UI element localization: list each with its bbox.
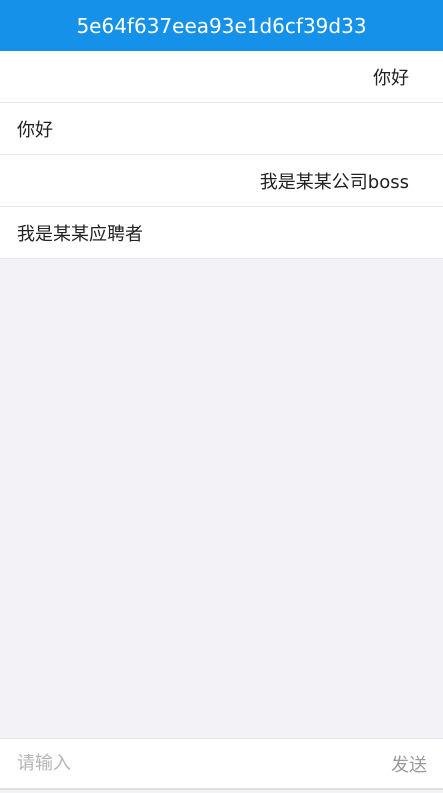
message-text: 你好 bbox=[373, 67, 409, 89]
chat-title: 5e64f637eea93e1d6cf39d33 bbox=[76, 13, 367, 38]
message-composer: 发送 bbox=[0, 738, 443, 790]
message-sent: 我是某某公司boss bbox=[0, 155, 443, 207]
message-sent: 你好 bbox=[0, 51, 443, 103]
send-button[interactable]: 发送 bbox=[391, 751, 427, 777]
message-received: 我是某某应聘者 bbox=[0, 207, 443, 259]
message-list: 你好 你好 我是某某公司boss 我是某某应聘者 bbox=[0, 51, 443, 259]
message-received: 你好 bbox=[0, 103, 443, 155]
message-text: 我是某某公司boss bbox=[259, 171, 409, 193]
message-text: 我是某某应聘者 bbox=[17, 223, 143, 245]
chat-header: 5e64f637eea93e1d6cf39d33 bbox=[0, 0, 443, 51]
message-input[interactable] bbox=[17, 753, 391, 774]
message-text: 你好 bbox=[17, 119, 53, 141]
